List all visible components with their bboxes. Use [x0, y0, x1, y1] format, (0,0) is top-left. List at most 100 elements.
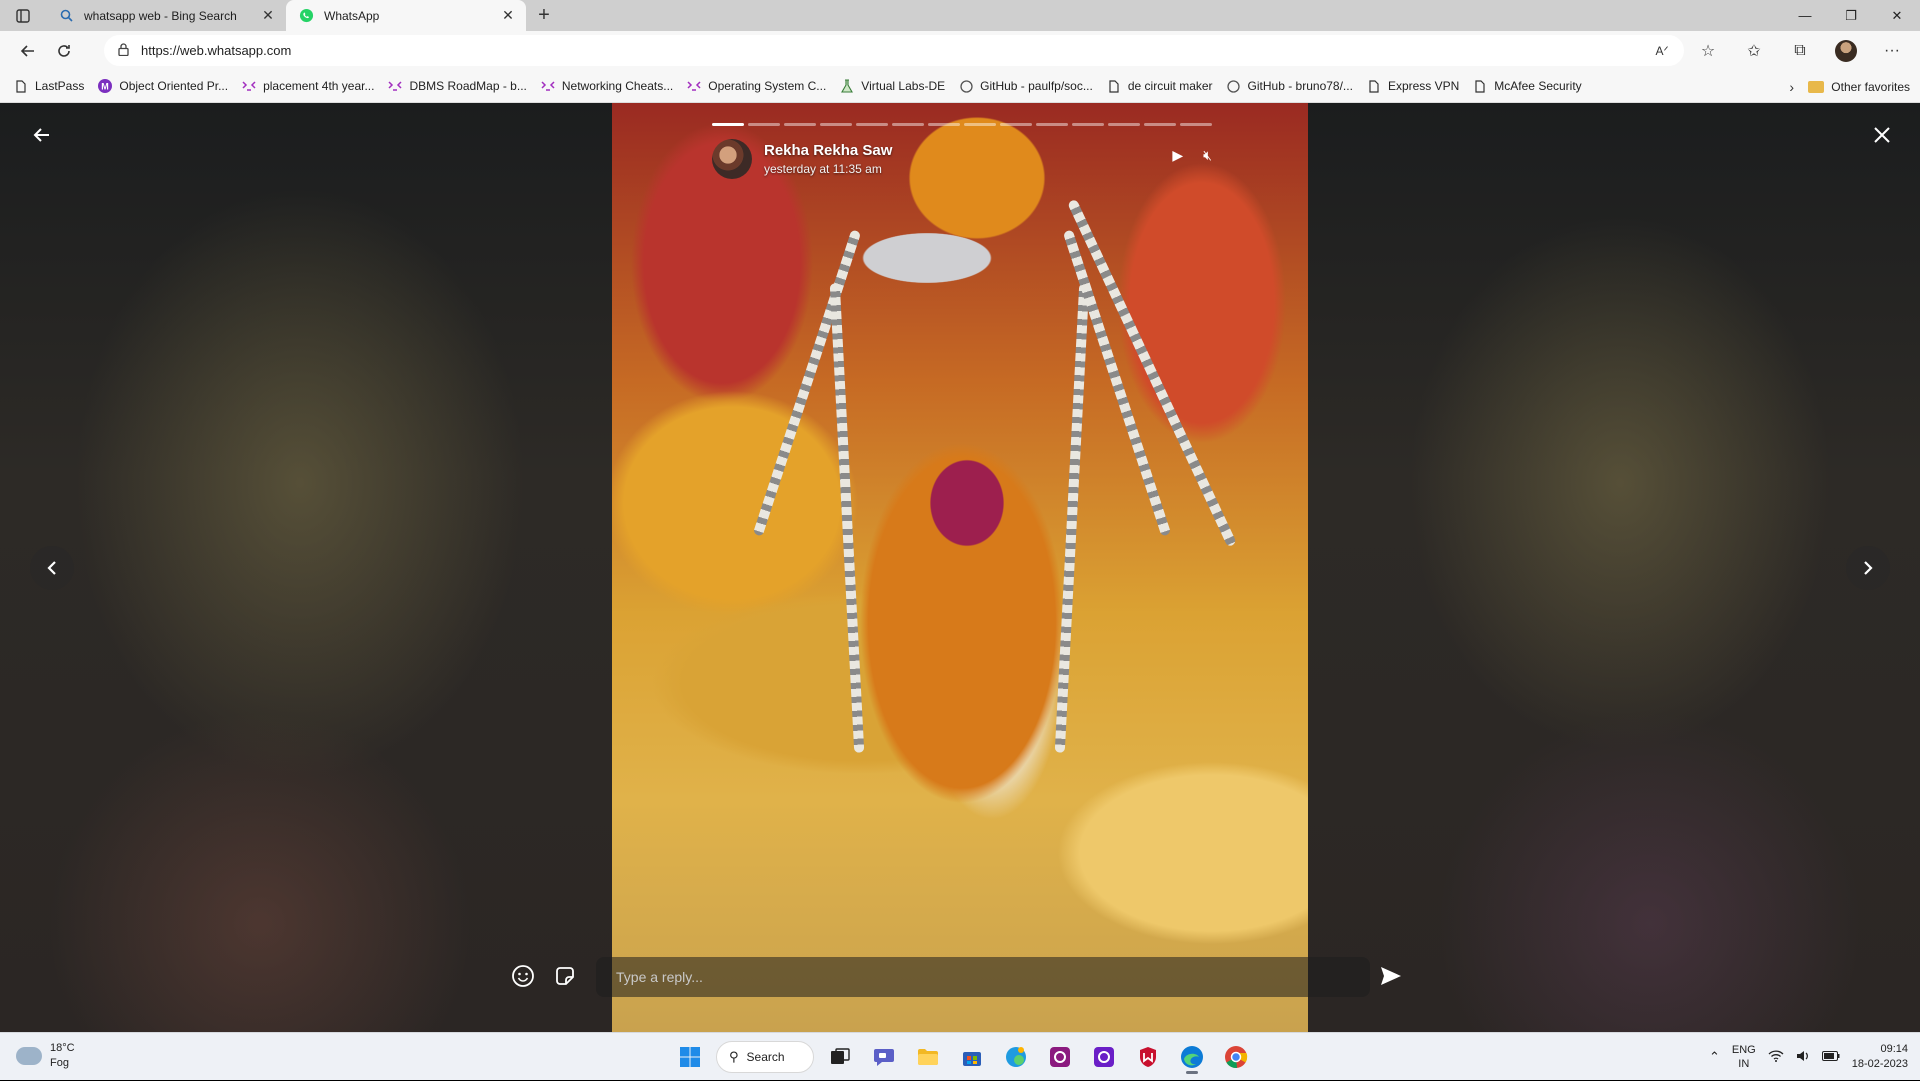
progress-segment — [1036, 123, 1068, 126]
tab-bing-search[interactable]: whatsapp web - Bing Search ✕ — [46, 0, 286, 31]
send-button[interactable] — [1374, 959, 1408, 993]
favorite-label: LastPass — [35, 79, 85, 93]
progress-segment — [964, 123, 996, 126]
battery-icon[interactable] — [1821, 1050, 1840, 1064]
chevron-right-icon: › — [1789, 78, 1794, 95]
wifi-icon[interactable] — [1768, 1049, 1784, 1065]
taskbar-apps: ⚲ Search — [672, 1039, 1254, 1075]
page-icon — [1107, 79, 1121, 93]
tab-whatsapp[interactable]: WhatsApp ✕ — [286, 0, 526, 31]
reply-input[interactable] — [596, 957, 1370, 997]
other-favorites-folder[interactable]: Other favorites — [1808, 70, 1910, 103]
edge-browser-button[interactable] — [1174, 1039, 1210, 1075]
emoji-button[interactable] — [508, 961, 538, 991]
back-button[interactable] — [10, 33, 46, 69]
status-author-name[interactable]: Rekha Rekha Saw — [764, 142, 892, 159]
favorite-item[interactable]: M Object Oriented Pr... — [98, 79, 228, 93]
clock-time: 09:14 — [1880, 1043, 1908, 1055]
mcafee-button[interactable] — [1130, 1039, 1166, 1075]
page-icon — [1473, 79, 1487, 93]
file-explorer-button[interactable] — [910, 1039, 946, 1075]
close-tab-icon[interactable]: ✕ — [500, 7, 516, 24]
sticker-button[interactable] — [550, 961, 580, 991]
progress-segment — [1180, 123, 1212, 126]
favorite-item[interactable]: placement 4th year... — [242, 79, 374, 93]
taskbar-search[interactable]: ⚲ Search — [716, 1041, 814, 1073]
browser-tab-bar: whatsapp web - Bing Search ✕ WhatsApp ✕ … — [0, 0, 1920, 31]
mute-icon[interactable]: 🔇︎ — [1203, 147, 1212, 164]
volume-icon[interactable] — [1796, 1050, 1810, 1065]
favorite-label: GitHub - bruno78/... — [1247, 79, 1353, 93]
viewer-close-button[interactable] — [1864, 117, 1900, 153]
windows-taskbar: 18°C Fog ⚲ Search ⌃ ENG IN 09:14 18-02-2… — [0, 1032, 1920, 1080]
tab-title: WhatsApp — [324, 8, 380, 23]
sticker-icon — [556, 967, 574, 985]
profile-button[interactable] — [1826, 33, 1866, 69]
status-image: Rekha Rekha Saw yesterday at 11:35 am ▶ … — [612, 103, 1308, 1032]
teams-chat-button[interactable] — [866, 1039, 902, 1075]
back-arrow-icon — [33, 128, 49, 142]
close-icon — [1874, 127, 1890, 143]
add-favorite-button[interactable]: ☆ — [1688, 33, 1728, 69]
weather-desc: Fog — [50, 1057, 69, 1069]
favorite-item[interactable]: LastPass — [14, 79, 84, 93]
favorite-item[interactable]: Operating System C... — [687, 79, 826, 93]
weather-widget[interactable]: 18°C Fog — [16, 1041, 75, 1071]
favorite-item[interactable]: GitHub - bruno78/... — [1227, 79, 1353, 93]
page-icon — [14, 79, 28, 93]
task-view-button[interactable] — [822, 1039, 858, 1075]
favorite-item[interactable]: DBMS RoadMap - b... — [388, 79, 527, 93]
progress-segment — [820, 123, 852, 126]
whatsapp-icon — [298, 8, 314, 24]
avatar[interactable] — [712, 139, 752, 179]
favorite-label: Virtual Labs-DE — [861, 79, 946, 93]
url-field[interactable]: https://web.whatsapp.com — [104, 35, 1684, 66]
favorites-overflow-button[interactable]: › — [1789, 70, 1794, 103]
favorite-item[interactable]: Virtual Labs-DE — [840, 79, 945, 93]
previous-status-button[interactable] — [30, 546, 74, 590]
close-window-button[interactable]: ✕ — [1874, 0, 1920, 31]
language-indicator[interactable]: ENG IN — [1732, 1043, 1756, 1071]
clock[interactable]: 09:14 18-02-2023 — [1852, 1042, 1908, 1072]
favorites-icon: ✩ — [1747, 42, 1761, 60]
viewer-back-button[interactable] — [24, 117, 60, 153]
chrome-button[interactable] — [1218, 1039, 1254, 1075]
refresh-icon — [58, 44, 70, 57]
favorites-button[interactable]: ✩ — [1734, 33, 1774, 69]
favorite-item[interactable]: GitHub - paulfp/soc... — [959, 79, 1093, 93]
favorite-label: GitHub - paulfp/soc... — [980, 79, 1093, 93]
collections-button[interactable]: ⧉ — [1780, 33, 1820, 69]
read-aloud-button[interactable]: Aᐟ — [1642, 33, 1682, 69]
refresh-button[interactable] — [46, 33, 82, 69]
progress-segment — [1072, 123, 1104, 126]
start-button[interactable] — [672, 1039, 708, 1075]
edge-dev-button[interactable] — [998, 1039, 1034, 1075]
chevron-up-icon[interactable]: ⌃ — [1709, 1049, 1720, 1065]
settings-more-button[interactable]: ··· — [1872, 33, 1912, 69]
read-aloud-icon: Aᐟ — [1655, 43, 1669, 58]
restore-button[interactable]: ❐ — [1828, 0, 1874, 31]
favorite-label: Object Oriented Pr... — [119, 79, 229, 93]
app-button-purple[interactable] — [1042, 1039, 1078, 1075]
progress-segment — [856, 123, 888, 126]
app-icon — [1050, 1047, 1070, 1067]
status-header: Rekha Rekha Saw yesterday at 11:35 am — [712, 137, 892, 181]
favorite-item[interactable]: Networking Cheats... — [541, 79, 673, 93]
favorite-label: Express VPN — [1387, 79, 1460, 93]
garland-decoration — [829, 283, 865, 753]
minimize-button[interactable]: — — [1782, 0, 1828, 31]
favorites-bar: LastPass M Object Oriented Pr... placemen… — [0, 70, 1920, 103]
close-tab-icon[interactable]: ✕ — [260, 7, 276, 24]
favorite-item[interactable]: Express VPN — [1367, 79, 1459, 93]
favorite-item[interactable]: McAfee Security — [1473, 79, 1582, 93]
app-button-violet[interactable] — [1086, 1039, 1122, 1075]
new-tab-button[interactable]: + — [526, 0, 562, 31]
store-button[interactable] — [954, 1039, 990, 1075]
favorite-item[interactable]: de circuit maker — [1107, 79, 1213, 93]
clock-date: 18-02-2023 — [1851, 1058, 1908, 1070]
roadmap-icon — [388, 79, 403, 93]
chat-icon — [874, 1049, 894, 1066]
tab-actions-button[interactable] — [0, 0, 46, 31]
play-icon[interactable]: ▶ — [1172, 147, 1183, 164]
next-status-button[interactable] — [1846, 546, 1890, 590]
